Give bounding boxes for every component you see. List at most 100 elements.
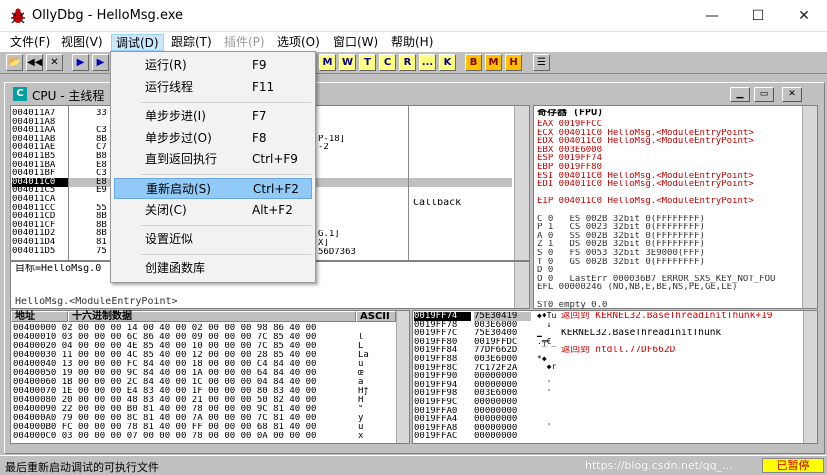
status-text: 最后重新启动调试的可执行文件 — [5, 461, 159, 474]
dump-scrollbar[interactable] — [396, 311, 409, 443]
list-icon[interactable]: ☰ — [533, 54, 550, 71]
dump-ascii: Là — [358, 351, 369, 360]
disasm-operand: -2 — [318, 143, 329, 153]
disasm-operand: 56D7363 — [318, 248, 356, 257]
menu-item-create-library[interactable]: 创建函数库 — [114, 258, 312, 279]
info-target: 目标=HelloMsg.0 — [15, 264, 102, 274]
close-file-icon[interactable]: ✕ — [46, 54, 63, 71]
title-bar: OllyDbg - HelloMsg.exe — ☐ ✕ — [0, 0, 827, 32]
menu-plugins[interactable]: 插件(P) — [220, 34, 269, 51]
column-divider — [408, 106, 409, 262]
menu-help[interactable]: 帮助(H) — [387, 34, 437, 51]
dump-ascii: œ — [358, 369, 364, 378]
cpu-window-title: CPU - 主线程 — [32, 89, 105, 103]
registers-pane[interactable]: 寄存器 (FPU) EAX 0019FFCC ECX 004011C0 Hello… — [533, 105, 818, 309]
menu-item-shortcut: Alt+F2 — [252, 203, 293, 217]
menu-separator — [141, 225, 311, 226]
tb-patches[interactable]: R — [399, 54, 416, 71]
registers-scrollbar[interactable] — [802, 106, 817, 308]
mdi-minimize-button[interactable]: ▁ — [730, 87, 750, 102]
dump-row: 00400080 20 00 00 00 48 83 40 00 21 00 0… — [13, 396, 317, 405]
tb-log-window[interactable]: M — [319, 54, 336, 71]
menu-item-label: 创建函数库 — [145, 261, 206, 275]
dump-address-header[interactable]: 地址 — [11, 311, 68, 322]
comment-callback: Callback — [413, 199, 462, 208]
tb-handles[interactable]: ... — [419, 54, 436, 71]
dump-ascii: H — [358, 396, 364, 405]
paused-badge: 已暂停 — [762, 458, 824, 473]
register-row: ST0 empty 0.0 — [537, 300, 608, 310]
menu-separator — [141, 102, 311, 103]
minimize-button[interactable]: — — [689, 0, 735, 32]
dump-row: 00400000 02 00 00 00 14 00 40 00 02 00 0… — [13, 324, 317, 333]
run-icon[interactable]: ▶ — [72, 54, 89, 71]
dump-ascii-header[interactable]: ASCII — [356, 311, 396, 322]
menu-debug[interactable]: 调试(D) — [111, 34, 164, 51]
disasm-operand: X] — [318, 239, 329, 248]
stack-comment: KERNEL32.BaseThreadInitThunk — [561, 329, 722, 338]
menu-view[interactable]: 视图(V) — [57, 34, 107, 51]
menu-item-step-into[interactable]: 单步步进(I) F7 — [114, 106, 312, 127]
dump-row: 00400060 1B 00 00 00 2C 84 40 00 1C 00 0… — [13, 378, 317, 387]
menu-item-label: 重新启动(S) — [146, 182, 211, 196]
menu-item-shortcut: F9 — [252, 58, 267, 72]
maximize-button[interactable]: ☐ — [735, 0, 781, 32]
mdi-close-button[interactable]: ✕ — [782, 87, 802, 102]
window-title: OllyDbg - HelloMsg.exe — [32, 8, 184, 23]
dump-row: 00400010 03 00 00 00 6C 86 40 00 09 00 0… — [13, 333, 317, 342]
menu-item-label: 单步步进(I) — [145, 109, 206, 123]
menu-item-close[interactable]: 关闭(C) Alt+F2 — [114, 200, 312, 221]
dump-ascii: l — [358, 333, 364, 342]
tb-memory[interactable]: M — [485, 54, 502, 71]
menu-item-run[interactable]: 运行(R) F9 — [114, 55, 312, 76]
tb-cpu[interactable]: C — [379, 54, 396, 71]
dump-pane[interactable]: 地址 十六进制数据 ASCII 00400000 02 00 00 00 14 … — [10, 310, 410, 444]
menu-file[interactable]: 文件(F) — [6, 34, 54, 51]
info-scrollbar[interactable] — [514, 262, 529, 308]
menu-window[interactable]: 窗口(W) — [329, 34, 382, 51]
dump-hex-header[interactable]: 十六进制数据 — [68, 311, 356, 322]
menu-item-set-affinity[interactable]: 设置近似 — [114, 229, 312, 250]
menu-trace[interactable]: 跟踪(T) — [167, 34, 216, 51]
menu-item-shortcut: Ctrl+F9 — [252, 152, 298, 166]
menu-item-label: 运行(R) — [145, 58, 187, 72]
dump-row: 00400070 1E 00 00 00 E4 83 40 00 1F 00 0… — [13, 387, 317, 396]
pause-icon[interactable]: ▶ — [92, 54, 109, 71]
tb-breakpoints[interactable]: B — [465, 54, 482, 71]
stack-pane[interactable]: 0019FF74 75E30419 0019FF78 003E6000 0019FF7C… — [412, 310, 818, 444]
tb-windows[interactable]: W — [339, 54, 356, 71]
menu-options[interactable]: 选项(O) — [273, 34, 324, 51]
menu-item-execute-till-return[interactable]: 直到返回执行 Ctrl+F9 — [114, 149, 312, 170]
menu-item-restart[interactable]: 重新启动(S) Ctrl+F2 — [114, 178, 312, 199]
watermark: https://blog.csdn.net/qq_... — [585, 459, 733, 472]
stack-markers: ◆♦Tu ↓ ▁ .╤€ ‾ ‾ *◆ ◆r. ' ' ' — [537, 312, 557, 431]
menu-separator — [141, 174, 311, 175]
mdi-restore-button[interactable]: ▭ — [754, 87, 774, 102]
bug-icon — [10, 8, 26, 24]
info-entry: HelloMsg.<ModuleEntryPoint> — [15, 297, 178, 307]
tb-threads[interactable]: T — [359, 54, 376, 71]
rewind-icon[interactable]: ◀◀ — [26, 54, 43, 71]
dump-row: 00400040 13 00 00 00 FC 84 40 00 18 00 0… — [13, 360, 317, 369]
dump-ascii: ü — [358, 360, 364, 369]
dump-row: 004000B0 FC 00 00 00 78 81 40 00 FF 00 0… — [13, 423, 317, 432]
dump-row: 00400020 04 00 00 00 4E 85 40 00 10 00 0… — [13, 342, 317, 351]
open-icon[interactable]: 📂 — [6, 54, 23, 71]
stack-comment: 返回到 ntdll.77DF662D — [561, 346, 676, 355]
stack-comment: 返回到 KERNEL32.BaseThreadInitThunk+19 — [561, 312, 773, 321]
tb-callstack[interactable]: K — [439, 54, 456, 71]
disassembly-scrollbar[interactable] — [514, 106, 529, 260]
stack-scrollbar[interactable] — [803, 311, 817, 443]
menu-item-run-thread[interactable]: 运行线程 F11 — [114, 77, 312, 98]
menu-item-label: 直到返回执行 — [145, 152, 218, 166]
register-rows: EAX 0019FFCC ECX 004011C0 HelloMsg.<Modul… — [537, 120, 799, 310]
stack-address: 0019FFAC — [414, 432, 458, 442]
stack-comments: 返回到 KERNEL32.BaseThreadInitThunk+19 KERNE… — [561, 312, 801, 402]
disasm-operand: G.1] — [318, 230, 340, 239]
close-button[interactable]: ✕ — [781, 0, 827, 32]
cpu-icon: C — [13, 87, 27, 101]
debug-dropdown-menu: 运行(R) F9 运行线程 F11 单步步进(I) F7 单步步过(O) F8 直到返回… — [110, 51, 316, 283]
menu-item-step-over[interactable]: 单步步过(O) F8 — [114, 128, 312, 149]
tb-hardware[interactable]: H — [505, 54, 522, 71]
menu-item-label: 运行线程 — [145, 80, 194, 94]
